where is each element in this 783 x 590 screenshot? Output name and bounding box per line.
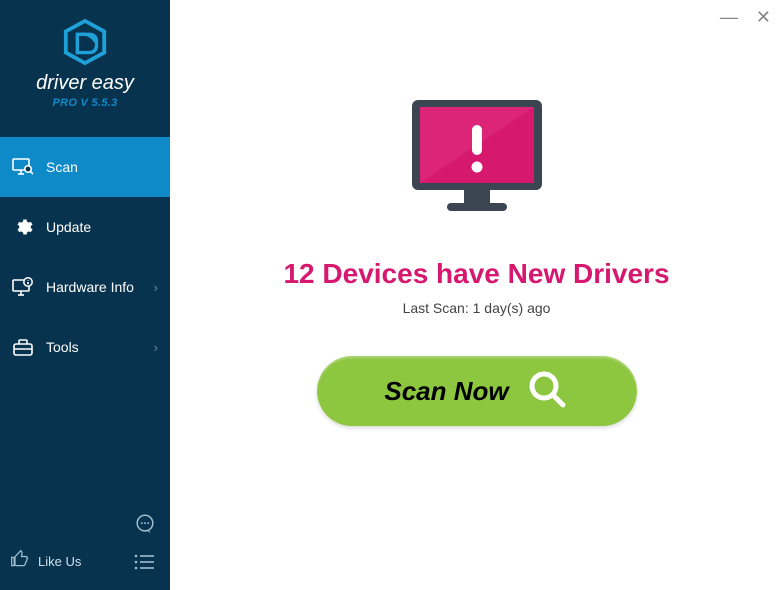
main-panel: — ✕ 12 Devices have New Drivers Last Sca… — [170, 0, 783, 590]
sidebar: driver easy PRO V 5.5.3 Scan — [0, 0, 170, 590]
like-us-button[interactable]: Like Us — [10, 549, 81, 574]
sidebar-item-label: Hardware Info — [46, 279, 134, 295]
nav: Scan Update — [0, 137, 170, 377]
menu-list-icon[interactable] — [134, 551, 156, 573]
last-scan-text: Last Scan: 1 day(s) ago — [403, 300, 551, 316]
sidebar-footer: Like Us — [0, 497, 170, 590]
monitor-search-icon — [12, 156, 34, 178]
thumbs-up-icon — [10, 549, 30, 574]
toolbox-icon — [12, 336, 34, 358]
brand-name: driver easy — [0, 72, 170, 95]
logo-area: driver easy PRO V 5.5.3 — [0, 0, 170, 119]
devices-headline: 12 Devices have New Drivers — [283, 258, 669, 290]
scan-now-button[interactable]: Scan Now — [317, 356, 637, 426]
app-window: driver easy PRO V 5.5.3 Scan — [0, 0, 783, 590]
version-label: PRO V 5.5.3 — [0, 97, 170, 109]
scan-now-label: Scan Now — [384, 376, 508, 407]
chevron-right-icon: › — [154, 280, 158, 295]
sidebar-item-update[interactable]: Update — [0, 197, 170, 257]
sidebar-item-label: Update — [46, 219, 91, 235]
content-area: 12 Devices have New Drivers Last Scan: 1… — [170, 0, 783, 426]
close-button[interactable]: ✕ — [756, 8, 771, 26]
hardware-info-icon — [12, 276, 34, 298]
chat-icon[interactable] — [134, 513, 156, 535]
sidebar-item-label: Scan — [46, 159, 78, 175]
sidebar-item-label: Tools — [46, 339, 79, 355]
magnify-icon — [525, 367, 569, 416]
minimize-button[interactable]: — — [720, 8, 738, 26]
chevron-right-icon: › — [154, 340, 158, 355]
alert-monitor-icon — [402, 95, 552, 230]
like-us-label: Like Us — [38, 554, 81, 569]
sidebar-item-hardware-info[interactable]: Hardware Info › — [0, 257, 170, 317]
sidebar-item-tools[interactable]: Tools › — [0, 317, 170, 377]
gear-icon — [12, 216, 34, 238]
sidebar-item-scan[interactable]: Scan — [0, 137, 170, 197]
window-controls: — ✕ — [720, 8, 771, 26]
logo-icon — [61, 18, 109, 66]
